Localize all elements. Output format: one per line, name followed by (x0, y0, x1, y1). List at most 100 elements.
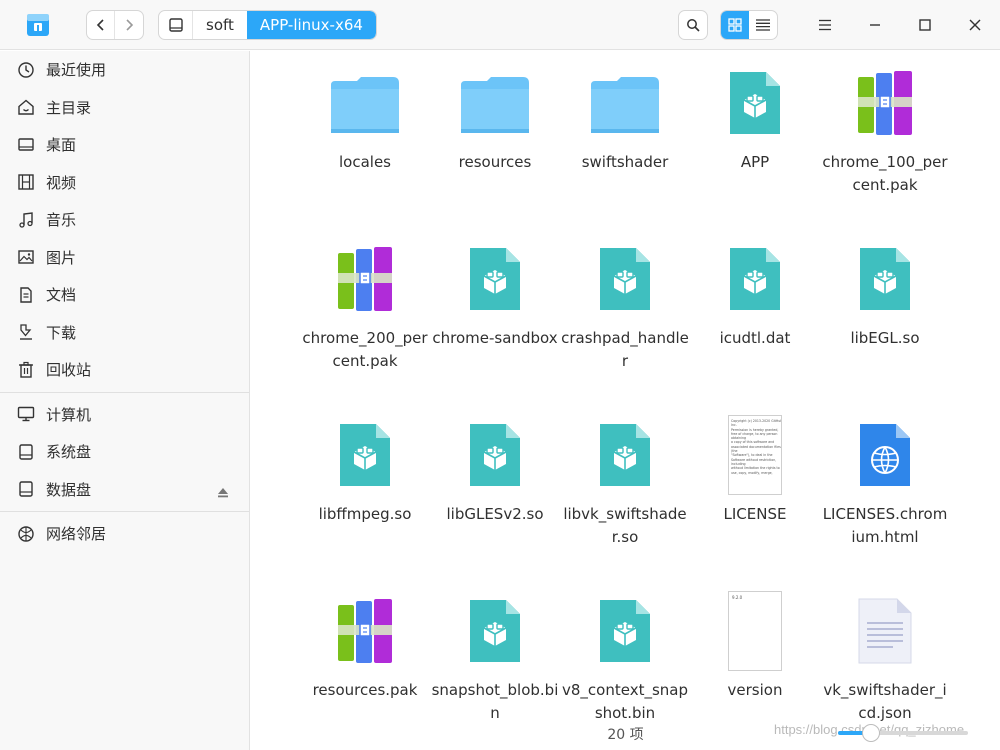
file-view: locales resources swiftshader APP chrome_100… (251, 51, 1000, 750)
network-icon (17, 525, 35, 543)
executable-file-icon (845, 239, 925, 319)
sidebar-item-label: 回收站 (46, 361, 92, 380)
sidebar-separator (0, 511, 249, 512)
sidebar-item-label: 音乐 (46, 211, 77, 230)
sidebar-item-label: 数据盘 (46, 480, 92, 499)
sidebar-item-label: 最近使用 (46, 61, 107, 80)
sidebar-item-desktop[interactable]: 桌面 (0, 126, 249, 164)
file-item[interactable]: icudtl.dat (690, 237, 820, 413)
sidebar-item-clock[interactable]: 最近使用 (0, 51, 249, 89)
sidebar-item-label: 桌面 (46, 136, 77, 155)
sidebar-item-label: 网络邻居 (46, 525, 107, 544)
list-view-button[interactable] (749, 11, 777, 39)
file-item[interactable]: locales (300, 61, 430, 237)
sidebar-item-picture[interactable]: 图片 (0, 239, 249, 277)
file-grid: locales resources swiftshader APP chrome_100… (300, 61, 1000, 750)
file-name: v8_context_snapshot.bin (562, 681, 688, 722)
executable-file-icon (585, 591, 665, 671)
file-name: icudtl.dat (719, 329, 791, 347)
document-icon (17, 286, 35, 304)
drive-icon (17, 480, 35, 498)
grid-icon (728, 18, 742, 32)
drive-icon (168, 18, 183, 32)
menu-button[interactable] (812, 12, 838, 38)
sidebar-item-document[interactable]: 文档 (0, 276, 249, 314)
sidebar-item-network[interactable]: 网络邻居 (0, 515, 249, 553)
sidebar-item-home[interactable]: 主目录 (0, 89, 249, 127)
search-icon (687, 19, 700, 32)
sidebar-item-label: 下载 (46, 323, 77, 342)
maximize-button[interactable] (912, 12, 938, 38)
file-name: libffmpeg.so (318, 505, 412, 523)
file-name: snapshot_blob.bin (431, 681, 559, 722)
file-name: crashpad_handler (561, 329, 689, 370)
list-icon (756, 19, 770, 31)
file-name: chrome_200_percent.pak (302, 329, 428, 370)
breadcrumb-soft[interactable]: soft (193, 11, 247, 39)
close-icon (969, 19, 981, 31)
executable-file-icon (585, 239, 665, 319)
file-item[interactable]: chrome-sandbox (430, 237, 560, 413)
file-name: resources (458, 153, 532, 171)
drive-icon (17, 443, 35, 461)
json-file-icon (845, 591, 925, 671)
archive-file-icon (845, 63, 925, 143)
file-item[interactable]: resources (430, 61, 560, 237)
executable-file-icon (585, 415, 665, 495)
file-item[interactable]: libvk_swiftshader.so (560, 413, 690, 589)
desktop-icon (17, 136, 35, 154)
chevron-right-icon (126, 19, 134, 31)
hamburger-menu-icon (819, 19, 831, 31)
zoom-slider[interactable] (838, 724, 968, 742)
sidebar-item-drive[interactable]: 数据盘 (0, 471, 249, 509)
folder-icon (455, 63, 535, 143)
icon-view-button[interactable] (721, 11, 749, 39)
file-name: resources.pak (312, 681, 418, 699)
eject-icon[interactable] (217, 483, 229, 502)
home-icon (17, 98, 35, 116)
file-item[interactable]: chrome_100_percent.pak (820, 61, 950, 237)
file-item[interactable]: libffmpeg.so (300, 413, 430, 589)
file-name: swiftshader (581, 153, 669, 171)
sidebar-item-label: 计算机 (46, 405, 92, 424)
minimize-button[interactable] (862, 12, 888, 38)
back-button[interactable] (87, 11, 116, 39)
forward-button[interactable] (115, 11, 143, 39)
license-preview-line: use, copy, modify, merge, (731, 470, 773, 475)
sidebar-item-label: 系统盘 (46, 443, 92, 462)
sidebar-item-computer[interactable]: 计算机 (0, 396, 249, 434)
chevron-left-icon (96, 19, 104, 31)
sidebar-item-label: 文档 (46, 286, 77, 305)
breadcrumb-current-folder[interactable]: APP-linux-x64 (246, 11, 376, 39)
file-item[interactable]: libEGL.so (820, 237, 950, 413)
zoom-slider-handle[interactable] (861, 724, 880, 742)
maximize-icon (919, 19, 931, 31)
file-name: APP (740, 153, 770, 171)
file-item[interactable]: libGLESv2.so (430, 413, 560, 589)
file-item[interactable]: APP (690, 61, 820, 237)
file-item[interactable]: Copyright (c) 2013-2020 GitHub Inc. Permis… (690, 413, 820, 589)
close-button[interactable] (962, 12, 988, 38)
file-name: LICENSE (723, 505, 787, 523)
license-preview-line: Copyright (c) 2013-2020 GitHub (731, 419, 782, 423)
file-item[interactable]: LICENSES.chromium.html (820, 413, 950, 589)
breadcrumb-device[interactable] (159, 11, 193, 39)
license-preview-line: associated documentation files (731, 444, 781, 449)
title-bar: soft APP-linux-x64 (0, 0, 1000, 50)
sidebar-item-trash[interactable]: 回收站 (0, 351, 249, 389)
trash-icon (17, 361, 35, 379)
folder-icon (585, 63, 665, 143)
sidebar-item-drive[interactable]: 系统盘 (0, 433, 249, 471)
executable-file-icon (715, 63, 795, 143)
file-item[interactable]: swiftshader (560, 61, 690, 237)
sidebar-item-music[interactable]: 音乐 (0, 201, 249, 239)
sidebar-separator (0, 391, 249, 393)
file-name: LICENSES.chromium.html (822, 505, 948, 546)
file-item[interactable]: chrome_200_percent.pak (300, 237, 430, 413)
sidebar-item-download[interactable]: 下载 (0, 314, 249, 352)
sidebar-item-video[interactable]: 视频 (0, 164, 249, 202)
file-item[interactable]: crashpad_handler (560, 237, 690, 413)
sidebar-item-label: 主目录 (46, 98, 92, 117)
search-button[interactable] (678, 10, 708, 40)
sidebar: 最近使用主目录桌面视频音乐图片文档下载回收站计算机系统盘数据盘网络邻居 (0, 51, 250, 750)
